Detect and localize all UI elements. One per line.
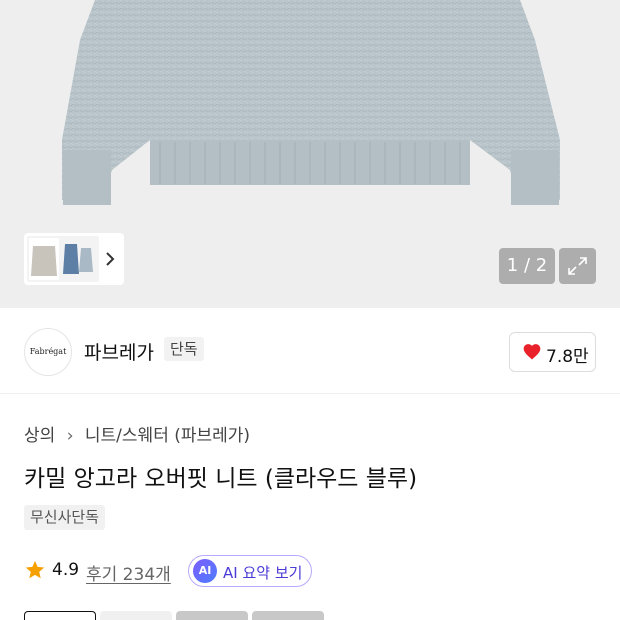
expand-icon xyxy=(568,257,587,275)
option-swatches xyxy=(24,611,344,620)
rating-value: 4.9 xyxy=(52,560,80,580)
breadcrumb-item-subcategory[interactable]: 니트/스웨터 (파브레가) xyxy=(85,426,250,446)
chevron-right-icon: › xyxy=(66,426,74,446)
option-swatch[interactable] xyxy=(252,611,324,620)
ai-summary-button[interactable]: AI AI 요약 보기 xyxy=(188,555,312,587)
thumbnail-strip[interactable] xyxy=(24,233,124,285)
ai-summary-label: AI 요약 보기 xyxy=(223,564,303,582)
product-title: 카밀 앙고라 오버핏 니트 (클라우드 블루) xyxy=(24,466,418,492)
expand-button[interactable] xyxy=(559,248,596,284)
brand-exclusive-badge: 단독 xyxy=(164,337,204,361)
breadcrumb-item-category[interactable]: 상의 xyxy=(24,426,55,446)
option-swatch-selected[interactable] xyxy=(24,611,96,620)
breadcrumb: 상의 › 니트/스웨터 (파브레가) xyxy=(24,421,250,446)
brand-row: Fabrégat 파브레가 단독 7.8만 xyxy=(0,308,620,394)
like-count: 7.8만 xyxy=(546,347,589,367)
ai-icon: AI xyxy=(193,559,217,583)
brand-logo[interactable]: Fabrégat xyxy=(24,328,72,376)
thumbnail-image[interactable] xyxy=(27,236,99,282)
review-count-link[interactable]: 후기 234개 xyxy=(86,560,171,585)
brand-name[interactable]: 파브레가 xyxy=(84,338,154,365)
rating-row: 4.9 후기 234개 AI AI 요약 보기 xyxy=(24,555,424,587)
like-button[interactable]: 7.8만 xyxy=(509,332,596,372)
chevron-right-icon[interactable] xyxy=(104,249,116,269)
star-icon xyxy=(25,560,45,579)
exclusive-tag: 무신사단독 xyxy=(24,505,106,530)
heart-icon xyxy=(523,344,541,360)
option-swatch[interactable] xyxy=(176,611,248,620)
image-pager: 1 / 2 xyxy=(499,248,555,284)
option-swatch[interactable] xyxy=(100,611,172,620)
product-image-gallery[interactable]: 1 / 2 xyxy=(0,0,620,308)
